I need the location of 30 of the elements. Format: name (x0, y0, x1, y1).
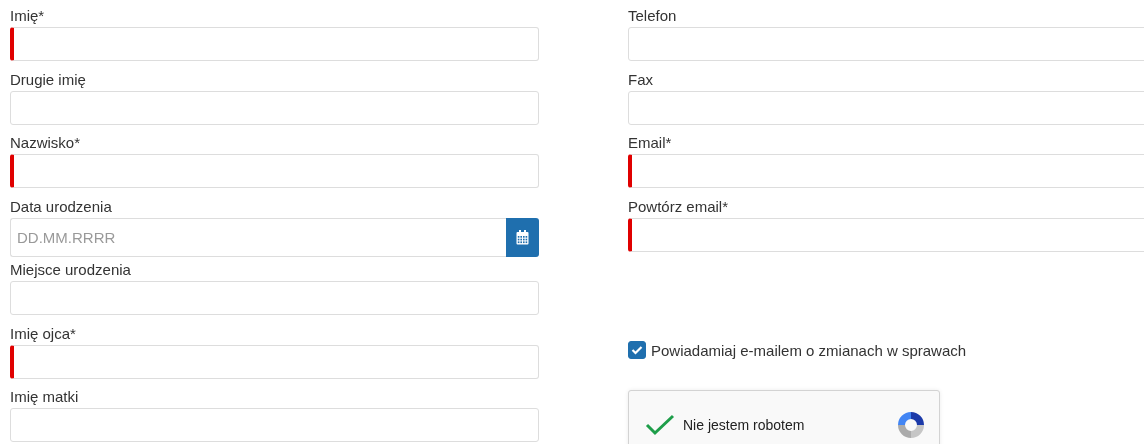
text-input-field[interactable] (10, 344, 539, 379)
captcha-logo-icon (895, 409, 927, 441)
calendar-icon (516, 229, 529, 245)
text-input-field[interactable] (628, 154, 1144, 188)
captcha-checkmark-icon[interactable] (645, 413, 675, 437)
text-input-field[interactable] (10, 154, 539, 188)
field-label: Imię matki (10, 387, 80, 407)
text-input-field[interactable] (10, 27, 539, 61)
text-input-field[interactable] (10, 281, 539, 315)
calendar-button[interactable] (506, 217, 539, 257)
field-label: Imię ojca* (10, 323, 77, 344)
field-label: Powtórz email* (628, 196, 730, 217)
field-label: Nazwisko* (10, 133, 82, 153)
date-input-field[interactable]: DD.MM.RRRR (10, 217, 506, 257)
text-input-field[interactable] (10, 90, 539, 125)
text-input-field[interactable] (628, 27, 1144, 61)
field-label: Fax (628, 69, 654, 90)
field-label: Imię* (10, 6, 46, 26)
text-input-field[interactable] (628, 90, 1144, 125)
notify-label: Powiadamiaj e-mailem o zmianach w sprawach (651, 341, 967, 359)
field-label: Telefon (628, 6, 678, 26)
field-label: Email* (628, 133, 673, 153)
field-label: Drugie imię (10, 69, 87, 90)
text-input-field[interactable] (628, 217, 1144, 252)
field-label: Miejsce urodzenia (10, 260, 132, 280)
captcha-label: Nie jestem robotem (683, 417, 806, 433)
field-label: Data urodzenia (10, 196, 113, 217)
check-icon (631, 345, 643, 355)
notify-checkbox[interactable] (628, 341, 646, 359)
text-input-field[interactable] (10, 408, 539, 442)
